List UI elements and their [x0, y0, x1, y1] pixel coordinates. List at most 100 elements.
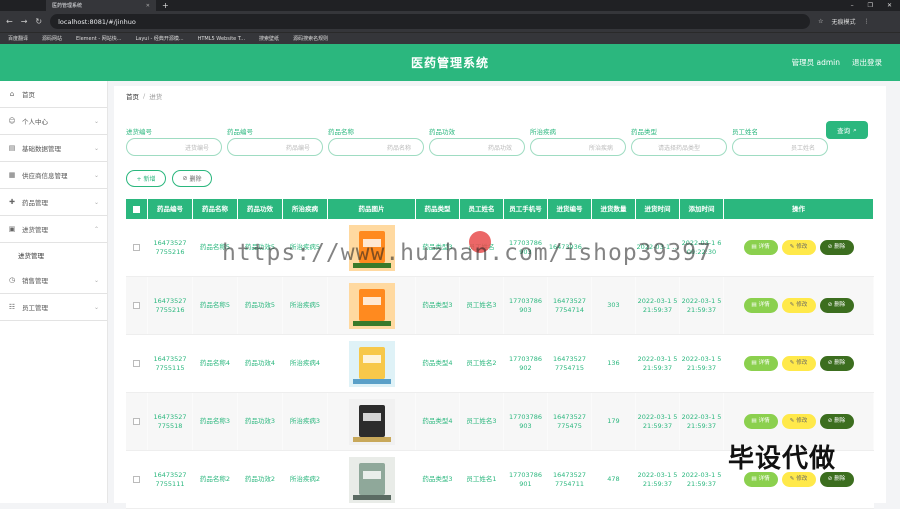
view-button-label: 详情	[758, 359, 770, 366]
sidebar-item[interactable]: ▦ 供应商信息管理 ⌄	[0, 162, 107, 189]
logout-link[interactable]: 退出登录	[852, 57, 882, 68]
bookmark-item[interactable]: 源码搜索名规则	[293, 35, 328, 42]
edit-button-label: 修改	[796, 243, 808, 250]
filter-input[interactable]: 员工姓名	[732, 138, 828, 156]
filter-group: 所治疾病 所治疾病	[530, 126, 626, 156]
row-checkbox[interactable]	[133, 360, 140, 367]
star-icon[interactable]: ☆	[818, 18, 823, 25]
forward-icon[interactable]: →	[21, 17, 28, 26]
filter-input[interactable]: 药品名称	[328, 138, 424, 156]
sidebar-item[interactable]: ☷ 员工管理 ⌄	[0, 294, 107, 321]
row-actions: ▤ 详情 ✎ 修改 ⊘ 删除	[743, 356, 854, 371]
filter-placeholder: 药品功效	[487, 144, 512, 152]
add-button[interactable]: + 新增	[126, 170, 166, 187]
bookmark-item[interactable]: Layui - 经典开源模...	[135, 35, 183, 42]
sidebar-item[interactable]: ▤ 基础数据管理 ⌄	[0, 135, 107, 162]
filter-input[interactable]: 进货编号	[126, 138, 222, 156]
delete-button[interactable]: ⊘ 删除	[819, 356, 854, 371]
bookmark-item[interactable]: Element - 网站快...	[76, 35, 121, 42]
sidebar-item[interactable]: ▣ 进货管理 ⌃	[0, 216, 107, 243]
filter-label: 药品编号	[227, 128, 253, 136]
browser-tab[interactable]: 医药管理系统 ✕	[46, 0, 156, 11]
cell-operations: ▤ 详情 ✎ 修改 ⊘ 删除	[724, 335, 874, 392]
sidebar-item[interactable]: ✚ 药品管理 ⌄	[0, 189, 107, 216]
select-all-checkbox[interactable]	[133, 205, 140, 213]
header-checkbox-cell	[126, 199, 148, 219]
cell-phone: 17703786 902	[504, 335, 548, 392]
row-checkbox-cell	[126, 451, 148, 508]
reload-icon[interactable]: ↻	[35, 17, 42, 26]
minimize-icon[interactable]: –	[851, 2, 854, 9]
row-checkbox-cell	[126, 335, 148, 392]
breadcrumb-home[interactable]: 首页	[126, 91, 139, 101]
medicine-image	[348, 398, 395, 445]
url-input[interactable]: localhost:8081/#/jinhuo	[50, 14, 811, 29]
delete-button[interactable]: ⊘ 删除	[819, 298, 854, 313]
filter-label: 药品类型	[631, 128, 657, 136]
delete-button-label: 删除	[834, 417, 846, 424]
bookmark-item[interactable]: 百度翻译	[8, 35, 28, 42]
table-header: 药品编号 药品名称 药品功效 所治疾病 药品图片 药品类型 员工姓名 员工手机号 进货编号 进货数…	[126, 199, 874, 219]
delete-button[interactable]: ⊘ 删除	[819, 240, 854, 255]
row-checkbox[interactable]	[133, 476, 140, 483]
cell-qty: 179	[592, 393, 636, 450]
sidebar-item-label: 供应商信息管理	[22, 172, 68, 180]
cell-code: 16473527 7755111	[148, 451, 193, 508]
sidebar-item[interactable]: ☺ 个人中心 ⌄	[0, 108, 107, 135]
cell-type: 药品类型3	[416, 277, 460, 334]
close-window-icon[interactable]: ✕	[887, 2, 892, 9]
column-header: 药品图片	[328, 199, 416, 219]
breadcrumb-current: 进货	[149, 93, 163, 101]
maximize-icon[interactable]: ❐	[868, 2, 873, 9]
cell-name: 药品名称3	[193, 393, 238, 450]
row-checkbox[interactable]	[133, 302, 140, 309]
details-icon: ▤	[751, 475, 757, 482]
view-button[interactable]: ▤ 详情	[743, 240, 778, 255]
filter-placeholder: 请选择药品类型	[657, 144, 700, 152]
cell-name: 药品名称2	[193, 451, 238, 508]
view-button-label: 详情	[758, 475, 770, 482]
edit-button[interactable]: ✎ 修改	[781, 414, 816, 429]
sidebar-item[interactable]: ◷ 销售管理 ⌄	[0, 267, 107, 294]
cell-stock-no: 16473527 775475	[548, 393, 592, 450]
edit-button[interactable]: ✎ 修改	[781, 356, 816, 371]
cell-stock-time: 2022-03-1 5 21:59:37	[636, 393, 680, 450]
filter-input[interactable]: 药品功效	[429, 138, 525, 156]
batch-delete-button[interactable]: ⊘ 删除	[172, 170, 212, 187]
new-tab-icon[interactable]: +	[162, 1, 169, 10]
bookmark-item[interactable]: 搜索壁纸	[259, 35, 279, 42]
back-icon[interactable]: ←	[6, 17, 13, 26]
cell-stock-no: 16473527 7754714	[548, 277, 592, 334]
cell-qty: 303	[592, 277, 636, 334]
column-header: 进货时间	[636, 199, 680, 219]
cell-effect: 药品功效2	[238, 451, 283, 508]
column-header: 进货编号	[548, 199, 592, 219]
search-button[interactable]: 查询 ⌕	[826, 121, 868, 139]
medicine-image	[348, 340, 395, 387]
filter-input[interactable]: 药品编号	[227, 138, 323, 156]
delete-button[interactable]: ⊘ 删除	[819, 414, 854, 429]
view-button[interactable]: ▤ 详情	[743, 414, 778, 429]
view-button[interactable]: ▤ 详情	[743, 298, 778, 313]
watermark-text: https://www.huzhan.com/ishop39397	[222, 240, 712, 266]
breadcrumb-separator: /	[143, 92, 146, 100]
filter-input[interactable]: 所治疾病	[530, 138, 626, 156]
row-checkbox[interactable]	[133, 244, 140, 251]
view-button-label: 详情	[758, 417, 770, 424]
sidebar-item[interactable]: ⌂ 首页	[0, 81, 107, 108]
sidebar-subitem[interactable]: 进货管理	[0, 243, 107, 267]
app-title: 医药管理系统	[410, 56, 489, 70]
close-icon[interactable]: ✕	[146, 3, 150, 9]
row-checkbox[interactable]	[133, 418, 140, 425]
bookmark-item[interactable]: HTML5 Website T...	[198, 36, 245, 42]
chevron-down-icon: ⌄	[93, 171, 99, 179]
menu-icon[interactable]: ⋮	[864, 18, 870, 25]
bookmark-item[interactable]: 源码网站	[42, 35, 62, 42]
edit-button[interactable]: ✎ 修改	[781, 240, 816, 255]
edit-button[interactable]: ✎ 修改	[781, 298, 816, 313]
view-button[interactable]: ▤ 详情	[743, 356, 778, 371]
drug-type-select[interactable]: 请选择药品类型	[631, 138, 727, 156]
chevron-down-icon: ⌄	[93, 303, 99, 311]
cell-code: 16473527 7755216	[148, 277, 193, 334]
cell-name: 药品名称5	[193, 277, 238, 334]
